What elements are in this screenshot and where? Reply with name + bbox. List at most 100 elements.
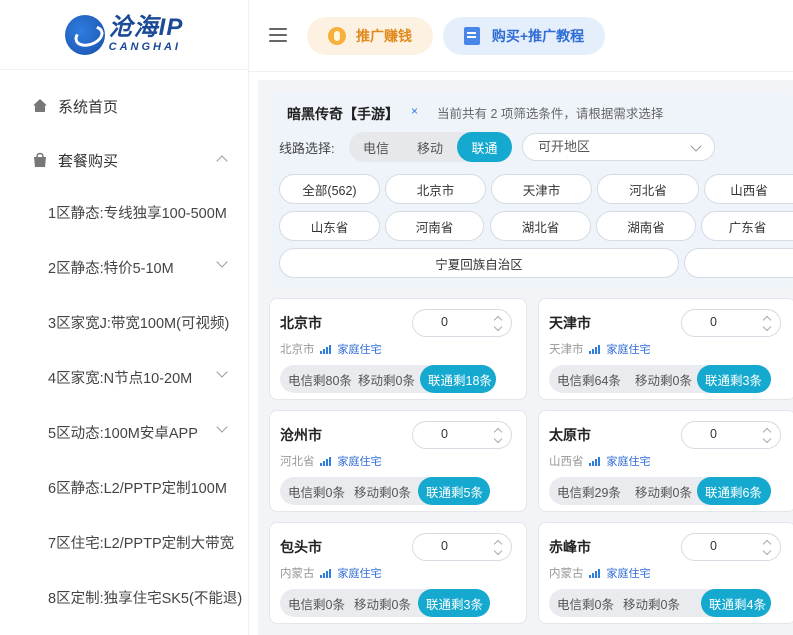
- city-card: 北京市 0 北京市 家庭住宅 电信剩80条 移动剩0条 联通剩18条: [269, 298, 527, 400]
- city-card: 天津市 0 天津市 家庭住宅电信剩64条 移动剩0条 联通剩3条: [538, 298, 793, 400]
- quantity-value[interactable]: 0: [441, 315, 448, 329]
- region-select[interactable]: 可开地区: [522, 133, 715, 161]
- logo[interactable]: 沧海IP CANGHAI: [0, 0, 248, 70]
- quantity-stepper[interactable]: 0: [681, 421, 781, 449]
- card-city-name: 赤峰市: [549, 539, 591, 555]
- sidebar-subitem-5[interactable]: 5区动态:100M安卓APP: [48, 422, 198, 443]
- carrier-dianxin-option[interactable]: 电信剩64条: [549, 365, 627, 393]
- carrier-dianxin-option[interactable]: 电信剩29条: [549, 477, 627, 505]
- region-tag[interactable]: 河南省: [385, 211, 484, 241]
- decrement-icon[interactable]: [762, 546, 772, 556]
- quantity-stepper[interactable]: 0: [412, 421, 512, 449]
- region-tag[interactable]: 广东省: [701, 211, 793, 241]
- sidebar-subitem-6[interactable]: 6区静态:L2/PPTP定制100M: [48, 477, 227, 498]
- card-city-name: 北京市: [280, 315, 322, 331]
- signal-icon: [319, 568, 332, 578]
- logo-title: 沧海IP: [108, 14, 184, 41]
- card-meta: 河北省 家庭住宅: [280, 453, 382, 469]
- carrier-yidong-option[interactable]: 移动剩0条: [350, 365, 420, 393]
- decrement-icon[interactable]: [493, 546, 503, 556]
- quantity-value[interactable]: 0: [710, 427, 717, 441]
- line-option-yidong[interactable]: 移动: [403, 132, 457, 162]
- clear-filter-icon[interactable]: ×: [411, 104, 418, 118]
- carrier-liantong-option[interactable]: 联通剩18条: [420, 365, 496, 393]
- carrier-yidong-option[interactable]: 移动剩0条: [346, 589, 418, 617]
- carrier-liantong-option[interactable]: 联通剩6条: [697, 477, 771, 505]
- chevron-down-icon[interactable]: [216, 256, 228, 268]
- carrier-yidong-option[interactable]: 移动剩0条: [346, 477, 418, 505]
- region-tag[interactable]: 全部(562): [279, 174, 380, 204]
- region-tag[interactable]: [684, 248, 793, 278]
- card-province: 内蒙古: [280, 568, 315, 580]
- card-province: 内蒙古: [549, 568, 584, 580]
- quantity-value[interactable]: 0: [441, 539, 448, 553]
- region-tag[interactable]: 天津市: [491, 174, 592, 204]
- city-card: 包头市 0 内蒙古 家庭住宅 电信剩0条 移动剩0条 联通剩3条: [269, 522, 527, 624]
- sidebar-subitem-1[interactable]: 1区静态:专线独享100-500M: [48, 202, 227, 223]
- carrier-liantong-option[interactable]: 联通剩3条: [697, 365, 771, 393]
- quantity-value[interactable]: 0: [710, 539, 717, 553]
- chevron-down-icon[interactable]: [216, 366, 228, 378]
- carrier-liantong-option[interactable]: 联通剩5条: [418, 477, 490, 505]
- quantity-value[interactable]: 0: [441, 427, 448, 441]
- card-meta: 天津市 家庭住宅: [549, 341, 651, 357]
- carrier-yidong-option[interactable]: 移动剩0条: [615, 589, 701, 617]
- signal-icon: [588, 456, 601, 466]
- card-meta: 山西省 家庭住宅: [549, 453, 651, 469]
- decrement-icon[interactable]: [493, 434, 503, 444]
- shopping-bag-icon: [34, 152, 46, 167]
- carrier-options: 电信剩0条 移动剩0条 联通剩3条: [280, 589, 490, 617]
- card-province: 天津市: [549, 344, 584, 356]
- sidebar-subitem-8[interactable]: 8区定制:独享住宅SK5(不能退): [48, 587, 242, 608]
- sidebar: 沧海IP CANGHAI 系统首页 套餐购买 1区静态:专线独享100-500M…: [0, 0, 249, 635]
- decrement-icon[interactable]: [493, 322, 503, 332]
- quantity-stepper[interactable]: 0: [681, 533, 781, 561]
- line-option-dianxin[interactable]: 电信: [349, 132, 403, 162]
- signal-icon: [319, 344, 332, 354]
- carrier-dianxin-option[interactable]: 电信剩0条: [280, 477, 346, 505]
- carrier-liantong-option[interactable]: 联通剩3条: [418, 589, 490, 617]
- carrier-dianxin-option[interactable]: 电信剩0条: [280, 589, 346, 617]
- quantity-stepper[interactable]: 0: [681, 309, 781, 337]
- promo-button[interactable]: 推广赚钱: [307, 17, 433, 55]
- quantity-stepper[interactable]: 0: [412, 533, 512, 561]
- carrier-dianxin-option[interactable]: 电信剩0条: [549, 589, 615, 617]
- carrier-options: 电信剩0条 移动剩0条 联通剩4条: [549, 589, 771, 617]
- quantity-value[interactable]: 0: [710, 315, 717, 329]
- region-tag[interactable]: 北京市: [385, 174, 486, 204]
- carrier-yidong-option[interactable]: 移动剩0条: [627, 477, 697, 505]
- sidebar-subitem-7[interactable]: 7区住宅:L2/PPTP定制大带宽: [48, 532, 234, 553]
- line-option-liantong[interactable]: 联通: [457, 132, 512, 162]
- quantity-stepper[interactable]: 0: [412, 309, 512, 337]
- line-select-label: 线路选择:: [279, 141, 335, 156]
- chevron-down-icon[interactable]: [216, 421, 228, 433]
- card-city-name: 太原市: [549, 427, 591, 443]
- buy-tutorial-button[interactable]: 购买+推广教程: [443, 17, 605, 55]
- logo-subtitle: CANGHAI: [108, 41, 181, 53]
- carrier-options: 电信剩80条 移动剩0条 联通剩18条: [280, 365, 496, 393]
- city-card: 太原市 0 山西省 家庭住宅电信剩29条 移动剩0条 联通剩6条: [538, 410, 793, 512]
- topbar: 推广赚钱 购买+推广教程: [249, 0, 793, 72]
- line-segmented-control: 电信 移动 联通: [349, 132, 512, 162]
- card-city-name: 沧州市: [280, 427, 322, 443]
- sidebar-subitem-3[interactable]: 3区家宽J:带宽100M(可视频): [48, 312, 229, 333]
- region-tag[interactable]: 河北省: [597, 174, 699, 204]
- carrier-yidong-option[interactable]: 移动剩0条: [627, 365, 697, 393]
- sidebar-item-home[interactable]: 系统首页: [0, 94, 248, 118]
- carrier-dianxin-option[interactable]: 电信剩80条: [280, 365, 352, 393]
- carrier-options: 电信剩64条 移动剩0条 联通剩3条: [549, 365, 771, 393]
- decrement-icon[interactable]: [762, 322, 772, 332]
- region-tag[interactable]: 山东省: [279, 211, 380, 241]
- region-tag[interactable]: 山西省: [704, 174, 793, 204]
- sidebar-subitem-4[interactable]: 4区家宽:N节点10-20M: [48, 367, 192, 388]
- region-tag[interactable]: 宁夏回族自治区: [279, 248, 679, 278]
- sidebar-subitem-2[interactable]: 2区静态:特价5-10M: [48, 257, 174, 278]
- carrier-liantong-option[interactable]: 联通剩4条: [701, 589, 771, 617]
- region-tag[interactable]: 湖南省: [596, 211, 696, 241]
- decrement-icon[interactable]: [762, 434, 772, 444]
- sidebar-item-packages[interactable]: 套餐购买: [0, 148, 248, 172]
- region-select-placeholder: 可开地区: [538, 139, 591, 154]
- menu-toggle-icon[interactable]: [269, 28, 287, 42]
- region-tag[interactable]: 湖北省: [490, 211, 591, 241]
- signal-icon: [319, 456, 332, 466]
